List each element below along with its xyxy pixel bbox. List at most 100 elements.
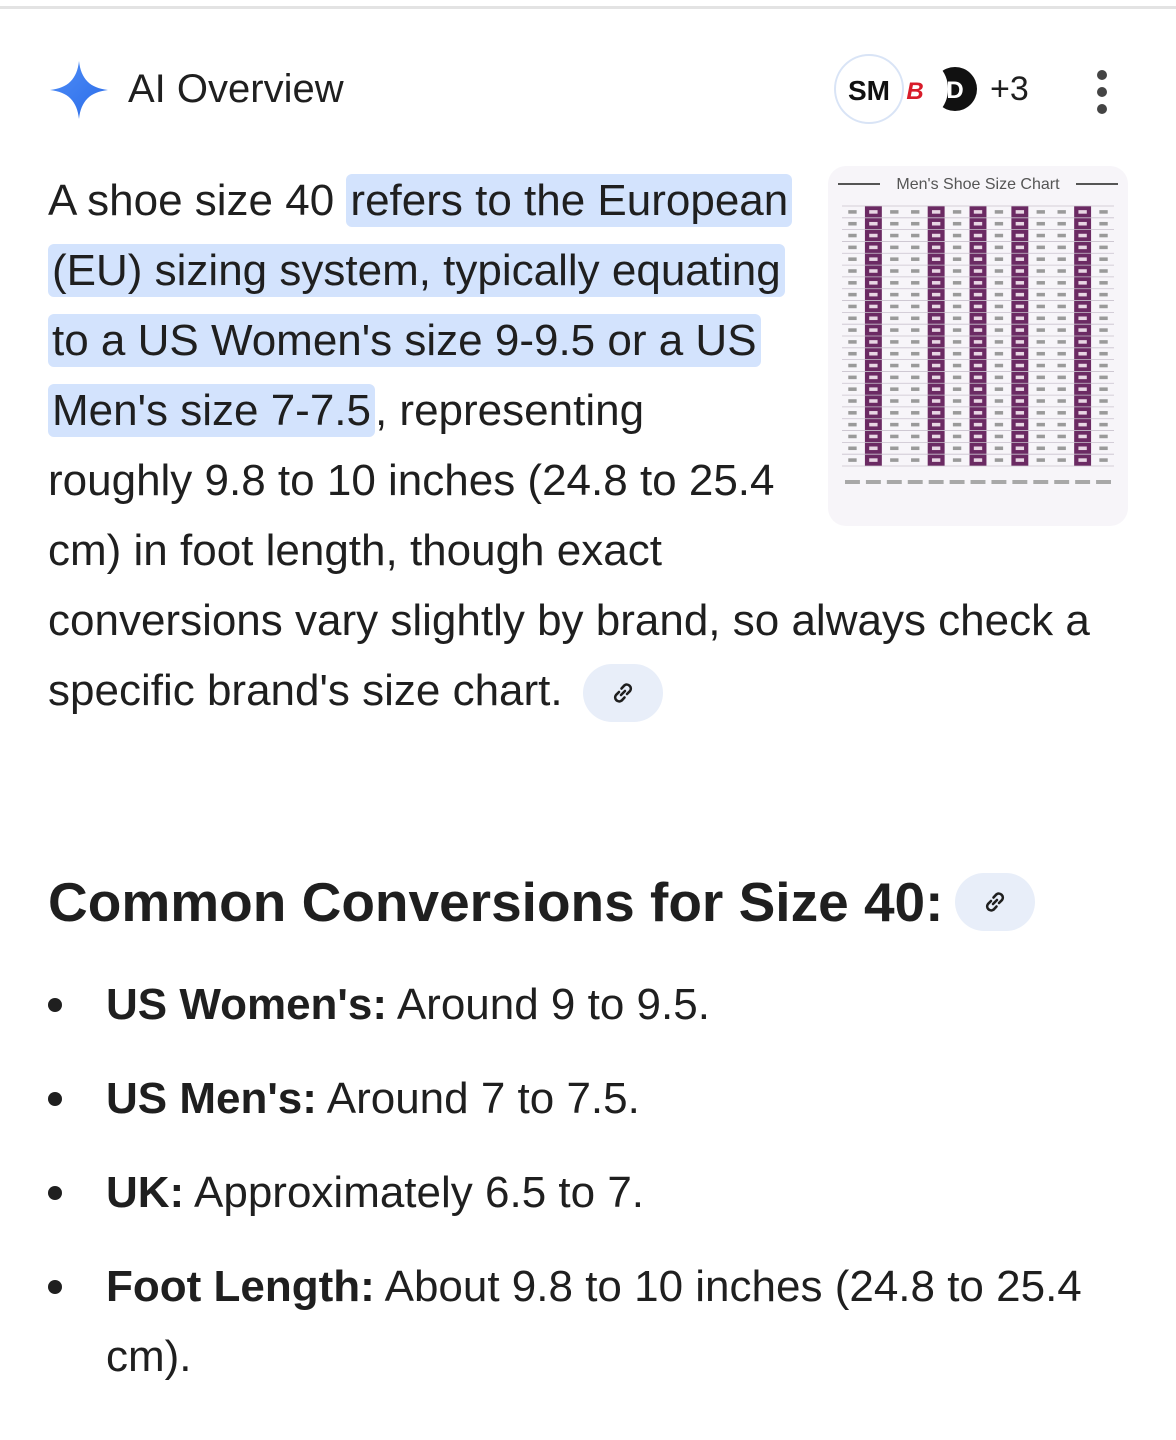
- chart-cell-mark: [994, 292, 1004, 297]
- chart-cell-mark: [1078, 363, 1087, 368]
- chart-cell-mark: [1036, 269, 1045, 273]
- chart-cell-mark: [952, 269, 962, 273]
- chart-cell-mark: [869, 316, 878, 321]
- chart-cell-mark: [911, 233, 920, 238]
- overview-paragraph: Men's Shoe Size Chart A shoe size 40 ref…: [48, 166, 1128, 726]
- chart-cell-mark: [994, 458, 1004, 462]
- bullet-dot: [48, 1186, 62, 1200]
- chart-cell-mark: [994, 328, 1004, 332]
- chart-cell-mark: [1036, 375, 1045, 380]
- sources-stack[interactable]: SM B D +3: [836, 56, 1036, 122]
- chart-cell-mark: [994, 411, 1004, 415]
- chart-cell-mark: [1078, 304, 1087, 309]
- chart-cell-mark: [1078, 351, 1087, 356]
- chart-cell-mark: [1057, 375, 1066, 380]
- chart-cell-mark: [1057, 434, 1066, 439]
- chart-cell-mark: [869, 233, 878, 238]
- chart-cell-mark: [1057, 304, 1066, 309]
- chart-cell-mark: [890, 316, 899, 321]
- chart-cell-mark: [1078, 257, 1087, 261]
- list-item-label: Foot Length:: [106, 1262, 375, 1311]
- chart-cell-mark: [1078, 269, 1087, 273]
- chart-footer-label: [1096, 480, 1111, 484]
- chart-cell-mark: [1078, 233, 1087, 238]
- sources-more-count[interactable]: +3: [990, 70, 1029, 109]
- chart-cell-mark: [848, 340, 857, 344]
- chart-cell-mark: [1015, 411, 1025, 415]
- chart-cell-mark: [1078, 210, 1087, 214]
- chart-cell-mark: [931, 245, 941, 250]
- chart-cell-mark: [973, 340, 983, 344]
- chart-cell-mark: [1036, 446, 1045, 451]
- size-chart-title: Men's Shoe Size Chart: [896, 176, 1060, 193]
- chart-cell-mark: [1015, 221, 1025, 226]
- chart-cell-mark: [911, 458, 920, 462]
- link-icon: [613, 683, 632, 704]
- chart-cell-mark: [911, 411, 920, 415]
- chart-cell-mark: [973, 269, 983, 273]
- chart-cell-mark: [1015, 351, 1025, 356]
- chart-cell-mark: [952, 363, 962, 368]
- chart-cell-mark: [848, 221, 857, 226]
- chart-cell-mark: [973, 434, 983, 439]
- chart-cell-mark: [952, 351, 962, 356]
- link-icon: [986, 892, 1005, 913]
- chart-cell-mark: [848, 210, 857, 214]
- chart-cell-mark: [1015, 233, 1025, 238]
- source-logo-sm[interactable]: SM: [836, 56, 902, 122]
- chart-cell-mark: [973, 328, 983, 332]
- chart-cell-mark: [973, 221, 983, 226]
- size-chart-image: Men's Shoe Size Chart: [838, 176, 1118, 484]
- chart-cell-mark: [1036, 233, 1045, 238]
- chart-cell-mark: [1015, 387, 1025, 391]
- chart-cell-mark: [973, 233, 983, 238]
- list-item-label: UK:: [106, 1168, 185, 1217]
- chart-cell-mark: [931, 363, 941, 368]
- chart-cell-mark: [911, 363, 920, 368]
- chart-cell-mark: [1015, 458, 1025, 462]
- chart-cell-mark: [869, 304, 878, 309]
- list-item: US Men's: Around 7 to 7.5.: [48, 1064, 1128, 1134]
- chart-cell-mark: [890, 340, 899, 344]
- chart-cell-mark: [1036, 340, 1045, 344]
- list-item: UK: Approximately 6.5 to 7.: [48, 1158, 1128, 1228]
- chart-cell-mark: [931, 316, 941, 321]
- chart-cell-mark: [1057, 363, 1066, 368]
- chart-cell-mark: [973, 458, 983, 462]
- list-item: Foot Length: About 9.8 to 10 inches (24.…: [48, 1252, 1128, 1392]
- chart-cell-mark: [1036, 257, 1045, 261]
- chart-cell-mark: [952, 304, 962, 309]
- chart-cell-mark: [952, 422, 962, 427]
- chart-cell-mark: [1036, 411, 1045, 415]
- chart-cell-mark: [869, 446, 878, 451]
- size-chart-thumbnail[interactable]: Men's Shoe Size Chart: [828, 166, 1128, 526]
- chart-cell-mark: [848, 351, 857, 356]
- chart-cell-mark: [1099, 316, 1108, 321]
- chart-cell-mark: [1015, 422, 1025, 427]
- chart-cell-mark: [848, 316, 857, 321]
- chart-cell-mark: [1099, 328, 1108, 332]
- chart-cell-mark: [1057, 233, 1066, 238]
- chart-cell-mark: [848, 434, 857, 439]
- chart-cell-mark: [973, 411, 983, 415]
- chart-cell-mark: [1015, 269, 1025, 273]
- chart-cell-mark: [1099, 411, 1108, 415]
- chart-cell-mark: [1099, 422, 1108, 427]
- more-options-icon[interactable]: [1088, 70, 1116, 114]
- chart-cell-mark: [869, 411, 878, 415]
- chart-footer-label: [886, 480, 902, 484]
- chart-cell-mark: [911, 399, 920, 403]
- chart-cell-mark: [952, 411, 962, 415]
- citation-link-chip[interactable]: [582, 664, 663, 723]
- chart-cell-mark: [848, 446, 857, 451]
- chart-cell-mark: [848, 269, 857, 273]
- section-heading-text: Common Conversions for Size 40:: [48, 871, 944, 933]
- chart-cell-mark: [848, 233, 857, 238]
- chart-cell-mark: [890, 210, 899, 214]
- chart-cell-mark: [1057, 328, 1066, 332]
- heading-link-chip[interactable]: [955, 873, 1036, 932]
- chart-cell-mark: [890, 375, 899, 380]
- chart-cell-mark: [952, 245, 962, 250]
- chart-cell-mark: [973, 210, 983, 214]
- chart-cell-mark: [973, 304, 983, 309]
